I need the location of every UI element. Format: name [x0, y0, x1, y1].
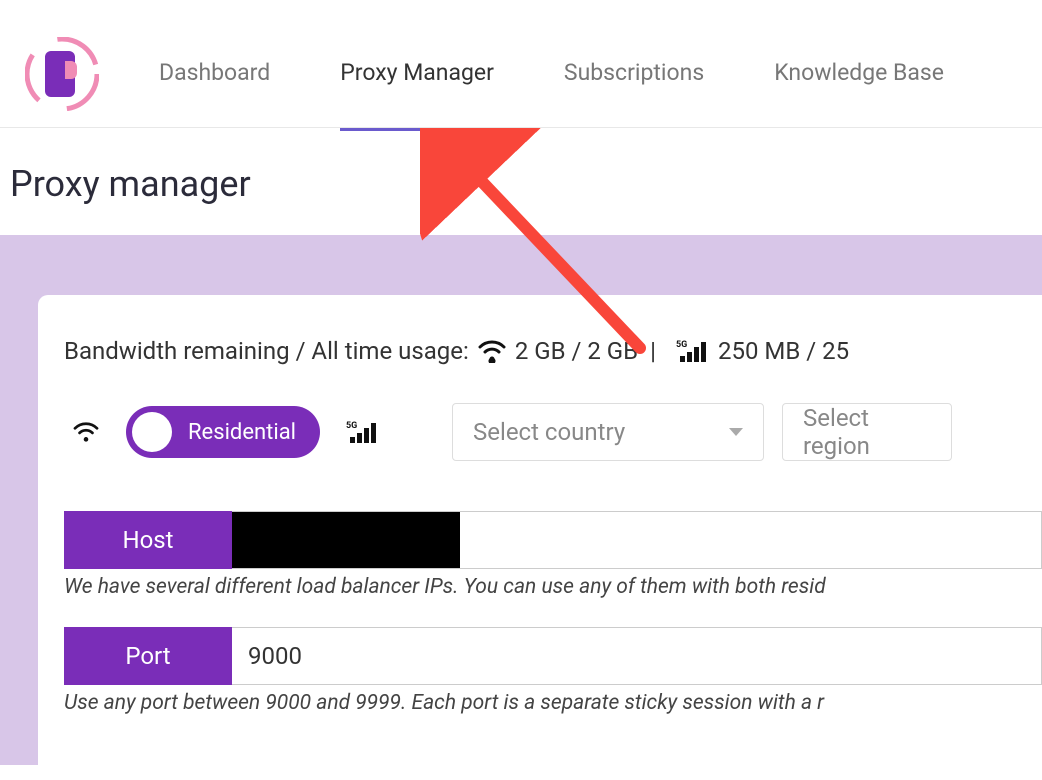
- panel-outer: Bandwidth remaining / All time usage: 2 …: [0, 235, 1042, 765]
- host-help-text: We have several different load balancer …: [64, 575, 1042, 599]
- chevron-down-icon: [729, 428, 743, 436]
- region-select[interactable]: Select region: [782, 403, 952, 461]
- nav-dashboard[interactable]: Dashboard: [159, 17, 270, 131]
- toggle-knob: [132, 412, 172, 452]
- host-redacted-box: [232, 512, 460, 568]
- country-select[interactable]: Select country: [452, 403, 764, 461]
- port-label: Port: [64, 627, 232, 685]
- wifi-icon: [477, 339, 507, 363]
- bandwidth-label: Bandwidth remaining / All time usage:: [64, 337, 469, 365]
- svg-text:5G: 5G: [346, 421, 357, 431]
- nav-subscriptions[interactable]: Subscriptions: [564, 17, 704, 131]
- bandwidth-mobile-value: 250 MB / 25: [718, 337, 849, 365]
- region-select-placeholder: Select region: [803, 404, 931, 460]
- svg-text:5G: 5G: [676, 340, 687, 350]
- host-label: Host: [64, 511, 232, 569]
- nav-proxy-manager[interactable]: Proxy Manager: [340, 17, 494, 131]
- port-help-text: Use any port between 9000 and 9999. Each…: [64, 691, 1042, 715]
- signal-5g-icon: 5G: [676, 338, 710, 364]
- bandwidth-separator: |: [650, 337, 656, 365]
- controls-row: Residential 5G Select country Select reg…: [64, 403, 1042, 461]
- host-value[interactable]: [232, 511, 1042, 569]
- page-title: Proxy manager: [0, 128, 1042, 235]
- wifi-icon-small: [72, 421, 100, 443]
- nav-knowledge-base[interactable]: Knowledge Base: [774, 17, 944, 131]
- country-select-placeholder: Select country: [473, 418, 625, 446]
- proxy-type-toggle[interactable]: Residential: [126, 406, 320, 458]
- app-logo: [25, 37, 99, 111]
- bandwidth-wifi-value: 2 GB / 2 GB: [515, 337, 638, 365]
- panel-inner: Bandwidth remaining / All time usage: 2 …: [38, 295, 1042, 765]
- bandwidth-summary: Bandwidth remaining / All time usage: 2 …: [64, 337, 1042, 365]
- port-field-row: Port 9000: [64, 627, 1042, 685]
- host-field-row: Host: [64, 511, 1042, 569]
- port-value[interactable]: 9000: [232, 627, 1042, 685]
- header: Dashboard Proxy Manager Subscriptions Kn…: [0, 0, 1042, 128]
- signal-5g-icon-small: 5G: [346, 419, 380, 445]
- main-nav: Dashboard Proxy Manager Subscriptions Kn…: [159, 20, 944, 127]
- toggle-label: Residential: [188, 420, 296, 445]
